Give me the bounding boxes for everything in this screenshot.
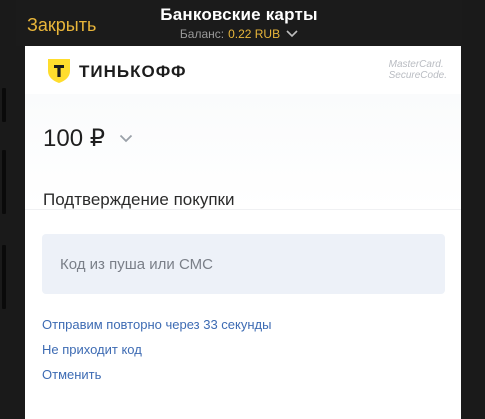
mastercard-line: MasterCard. — [388, 59, 444, 70]
tinkoff-logo-icon — [48, 59, 70, 83]
brand-logo-text: ТИНЬКОФФ — [79, 62, 187, 81]
side-button — [2, 150, 6, 214]
amount-selector[interactable]: 100 ₽ — [43, 124, 133, 153]
balance-label: Баланс: — [179, 27, 225, 41]
no-code-link[interactable]: Не приходит код — [42, 342, 142, 357]
mastercard-securecode-logo: MasterCard. SecureCode. — [389, 59, 447, 81]
payment-sheet: ТИНЬКОФФ MasterCard. SecureCode. 100 ₽ П… — [25, 46, 461, 419]
nav-header: Закрыть Банковские карты Баланс: 0.22 RU… — [16, 0, 462, 46]
balance-value: 0.22 RUB — [228, 27, 281, 41]
cancel-link[interactable]: Отменить — [42, 367, 101, 382]
side-button — [2, 245, 6, 309]
chevron-down-icon — [286, 30, 298, 38]
resend-code-link[interactable]: Отправим повторно через 33 секунды — [42, 317, 271, 332]
page-title: Банковские карты — [160, 5, 318, 24]
confirmation-title: Подтверждение покупки — [43, 190, 235, 209]
brand-bar: ТИНЬКОФФ MasterCard. SecureCode. — [25, 46, 461, 95]
balance-selector[interactable]: Баланс: 0.22 RUB — [16, 27, 462, 41]
securecode-line: SecureCode. — [388, 70, 447, 81]
side-button — [2, 88, 6, 122]
code-input[interactable] — [42, 234, 445, 294]
payment-amount: 100 ₽ — [43, 125, 105, 152]
device-frame: Закрыть Банковские карты Баланс: 0.22 RU… — [0, 0, 485, 419]
chevron-down-icon — [119, 134, 133, 143]
